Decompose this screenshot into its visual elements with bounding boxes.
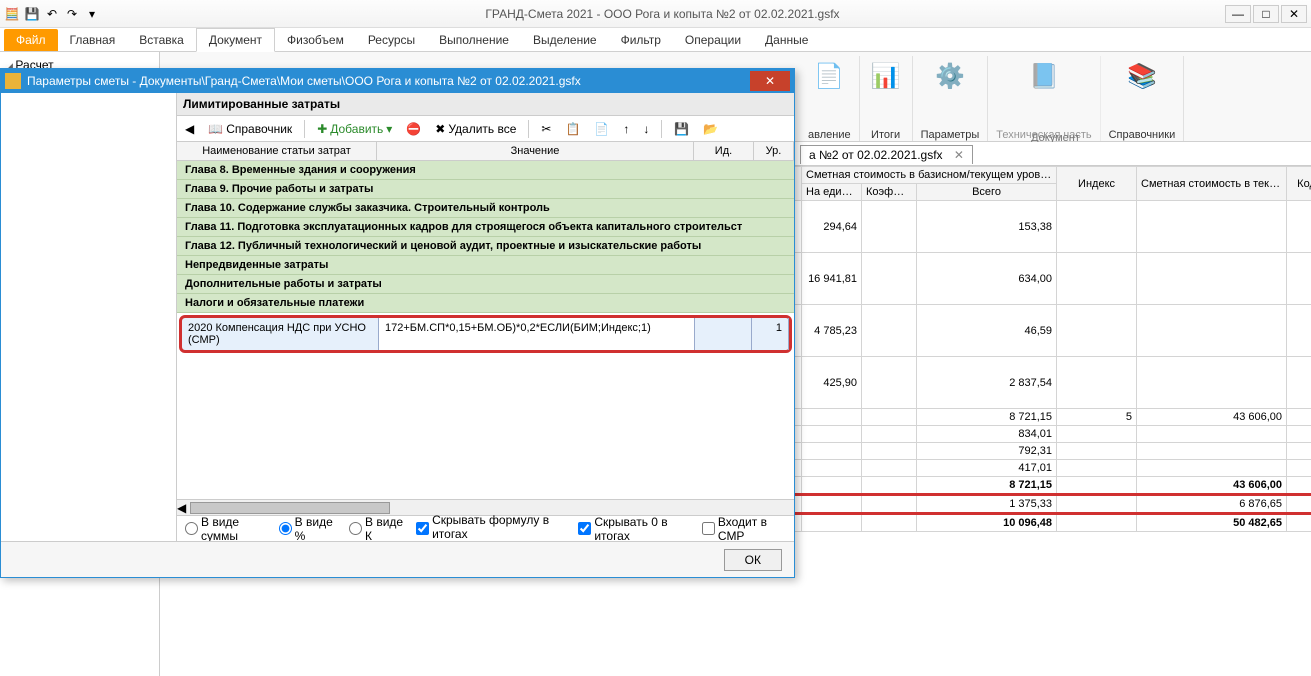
tab-execution[interactable]: Выполнение: [427, 29, 521, 51]
move-up-icon[interactable]: ↑: [619, 121, 633, 137]
dialog-close-button[interactable]: ✕: [750, 71, 790, 91]
tab-physvolume[interactable]: Физобъем: [275, 29, 356, 51]
dialog-section-title: Лимитированные затраты: [177, 93, 794, 116]
chapter-row[interactable]: Непредвиденные затраты: [177, 256, 794, 275]
save-icon[interactable]: 💾: [670, 121, 693, 137]
chapter-row[interactable]: Глава 9. Прочие работы и затраты: [177, 180, 794, 199]
col-per-unit: На единицу: [802, 184, 862, 201]
ribbon-group-totals[interactable]: 📊 Итоги: [860, 56, 913, 141]
scroll-thumb[interactable]: [190, 502, 390, 514]
formula-name: 2020 Компенсация НДС при УСНО (СМР): [182, 318, 379, 350]
params-dialog: Параметры сметы - Документы\Гранд-Смета\…: [0, 68, 795, 578]
col-code: Код: [1287, 167, 1311, 201]
dialog-titlebar[interactable]: Параметры сметы - Документы\Гранд-Смета\…: [1, 69, 794, 93]
dialog-toolbar: ◀ 📖 Справочник ✚ Добавить ▾ ⛔ ✖ Удалить …: [177, 116, 794, 142]
opt-percent[interactable]: В виде %: [279, 515, 339, 543]
ok-button[interactable]: ОК: [724, 549, 782, 571]
tab-operations[interactable]: Операции: [673, 29, 753, 51]
formula-id: [695, 318, 752, 350]
options-row: В виде суммы В виде % В виде К Скрывать …: [177, 515, 794, 541]
maximize-button[interactable]: □: [1253, 5, 1279, 23]
move-down-icon[interactable]: ↓: [639, 121, 653, 137]
col-current-cost: Сметная стоимость в текущем уровне цен: [1137, 167, 1287, 201]
dialog-icon: [5, 73, 21, 89]
copy-icon[interactable]: 📋: [561, 121, 584, 137]
ribbon-group-view[interactable]: 📄 авление: [800, 56, 860, 141]
close-tab-icon[interactable]: ✕: [954, 148, 964, 162]
quick-access-toolbar: 🧮 💾 ↶ ↷ ▾: [4, 6, 100, 22]
opt-in-smr[interactable]: Входит в СМР: [702, 515, 786, 543]
save-icon[interactable]: 💾: [24, 6, 40, 22]
refs-icon: 📚: [1124, 58, 1160, 94]
document-tab-label: а №2 от 02.02.2021.gsfx: [809, 148, 943, 162]
tab-filter[interactable]: Фильтр: [609, 29, 673, 51]
chapters-list: Глава 8. Временные здания и сооруженияГл…: [177, 161, 794, 313]
undo-icon[interactable]: ↶: [44, 6, 60, 22]
scroll-left-icon[interactable]: ◀: [177, 501, 186, 515]
document-tab[interactable]: а №2 от 02.02.2021.gsfx ✕: [800, 145, 973, 164]
hdr-level: Ур.: [754, 142, 794, 160]
chapter-row[interactable]: Глава 11. Подготовка эксплуатационных ка…: [177, 218, 794, 237]
add-button[interactable]: ✚ Добавить ▾: [313, 121, 396, 137]
opt-coeff[interactable]: В виде К: [349, 515, 406, 543]
cut-icon[interactable]: ✂: [537, 121, 555, 137]
opt-hide-formula[interactable]: Скрывать формулу в итогах: [416, 513, 568, 544]
chapter-row[interactable]: Глава 12. Публичный технологический и це…: [177, 237, 794, 256]
hdr-value: Значение: [377, 142, 694, 160]
tab-home[interactable]: Главная: [58, 29, 128, 51]
dialog-footer: ОК: [1, 541, 794, 577]
tab-resources[interactable]: Ресурсы: [356, 29, 427, 51]
app-icon: 🧮: [4, 6, 20, 22]
col-total: Всего: [917, 184, 1057, 201]
reference-button[interactable]: 📖 Справочник: [204, 121, 296, 137]
dialog-grid-header: Наименование статьи затрат Значение Ид. …: [177, 142, 794, 161]
nav-back-button[interactable]: ◀: [181, 121, 198, 137]
col-base-cost: Сметная стоимость в базисном/текущем уро…: [802, 167, 1057, 184]
params-icon: ⚙️: [932, 58, 968, 94]
tab-document[interactable]: Документ: [196, 28, 275, 52]
formula-expression[interactable]: 172+БМ.СП*0,15+БМ.ОБ)*0,2*ЕСЛИ(БИМ;Индек…: [379, 318, 695, 350]
ribbon-group-tech[interactable]: 📘 Техническая часть: [988, 56, 1100, 141]
redo-icon[interactable]: ↷: [64, 6, 80, 22]
formula-row[interactable]: 2020 Компенсация НДС при УСНО (СМР) 172+…: [179, 315, 792, 353]
chapter-row[interactable]: Глава 10. Содержание службы заказчика. С…: [177, 199, 794, 218]
tab-selection[interactable]: Выделение: [521, 29, 609, 51]
dialog-sidebar: [1, 93, 177, 541]
ribbon-group-refs[interactable]: 📚 Справочники: [1101, 56, 1185, 141]
totals-icon: 📊: [868, 58, 904, 94]
col-index: Индекс: [1057, 167, 1137, 201]
ribbon-group-params[interactable]: ⚙️ Параметры: [913, 56, 989, 141]
titlebar: 🧮 💾 ↶ ↷ ▾ ГРАНД-Смета 2021 - ООО Рога и …: [0, 0, 1311, 28]
minimize-button[interactable]: —: [1225, 5, 1251, 23]
close-button[interactable]: ✕: [1281, 5, 1307, 23]
opt-sum[interactable]: В виде суммы: [185, 515, 269, 543]
formula-level: 1: [752, 318, 789, 350]
tech-icon: 📘: [1026, 58, 1062, 94]
chapter-row[interactable]: Дополнительные работы и затраты: [177, 275, 794, 294]
chapter-row[interactable]: Налоги и обязательные платежи: [177, 294, 794, 313]
delete-all-button[interactable]: ✖ Удалить все: [431, 121, 520, 137]
view-icon: 📄: [811, 58, 847, 94]
hdr-name: Наименование статьи затрат: [177, 142, 377, 160]
col-coeff: Коэффи...: [862, 184, 917, 201]
tab-insert[interactable]: Вставка: [127, 29, 196, 51]
dialog-title: Параметры сметы - Документы\Гранд-Смета\…: [27, 74, 750, 88]
opt-hide-zero[interactable]: Скрывать 0 в итогах: [578, 515, 692, 543]
chapter-row[interactable]: Глава 8. Временные здания и сооружения: [177, 161, 794, 180]
ribbon-tabs: Файл Главная Вставка Документ Физобъем Р…: [0, 28, 1311, 52]
qat-dropdown-icon[interactable]: ▾: [84, 6, 100, 22]
window-title: ГРАНД-Смета 2021 - ООО Рога и копыта №2 …: [100, 7, 1225, 21]
tab-file[interactable]: Файл: [4, 29, 58, 51]
tab-data[interactable]: Данные: [753, 29, 820, 51]
open-icon[interactable]: 📂: [699, 121, 722, 137]
paste-icon[interactable]: 📄: [590, 121, 613, 137]
hdr-id: Ид.: [694, 142, 754, 160]
delete-button[interactable]: ⛔: [402, 121, 425, 137]
